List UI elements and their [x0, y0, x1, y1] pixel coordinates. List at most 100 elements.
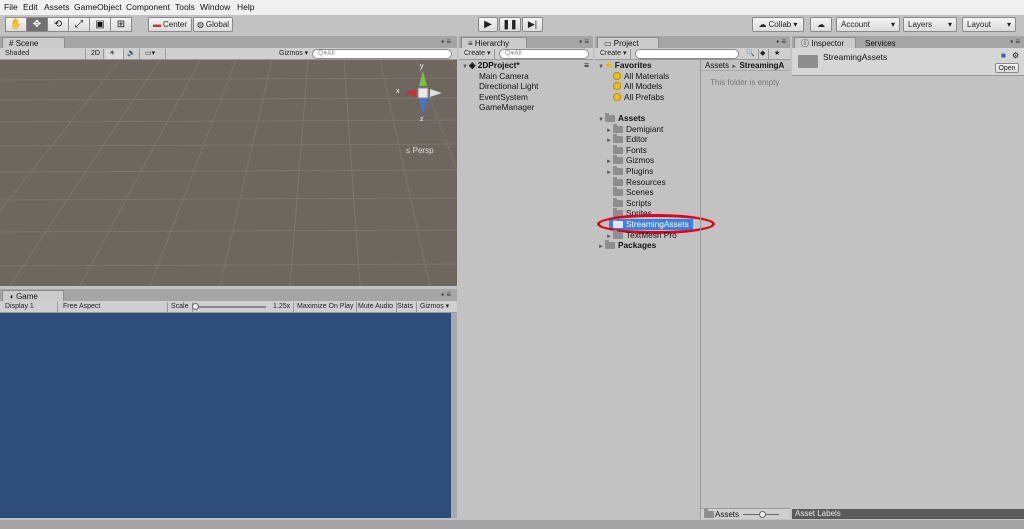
folder-icon — [613, 176, 623, 186]
scene-menu-icon[interactable]: ≡ — [584, 60, 589, 71]
list-icon: ≡ — [468, 39, 473, 48]
favorites-row[interactable]: ▼★ Favorites — [597, 60, 701, 71]
rect-tool-icon[interactable]: ▣ — [89, 17, 111, 32]
display-dropdown[interactable]: Display 1 — [2, 302, 58, 312]
folder-item-gizmos[interactable]: ► Gizmos — [597, 155, 701, 166]
account-dropdown[interactable]: Account ▾ — [836, 17, 900, 32]
filter-label-icon[interactable]: ◆ — [757, 49, 770, 59]
menu-gameobject[interactable]: GameObject — [74, 2, 122, 12]
menu-file[interactable]: File — [4, 2, 18, 12]
favorite-star-icon[interactable]: ★ — [771, 49, 783, 59]
stats-toggle[interactable]: Stats — [394, 302, 417, 312]
game-scrollbar[interactable] — [451, 313, 457, 518]
hierarchy-item-gamemanager[interactable]: GameManager — [461, 102, 591, 113]
tab-hierarchy[interactable]: ≡ Hierarchy — [461, 37, 527, 48]
pause-button[interactable]: ❚❚ — [499, 17, 521, 32]
project-search-input[interactable] — [635, 49, 739, 59]
pivot-global-button[interactable]: ◍ Global — [193, 17, 233, 32]
favorite-item[interactable]: All Materials — [597, 71, 701, 82]
scale-slider[interactable] — [192, 303, 266, 310]
menu-window[interactable]: Window — [200, 2, 230, 12]
breadcrumb-current[interactable]: StreamingA — [739, 61, 784, 70]
aspect-dropdown[interactable]: Free Aspect — [60, 302, 168, 312]
pivot-center-button[interactable]: ▬ Center — [148, 17, 192, 32]
mute-audio-toggle[interactable]: Mute Audio — [355, 302, 398, 312]
menu-help[interactable]: Help — [237, 2, 254, 12]
expand-arrow-icon[interactable]: ► — [597, 242, 605, 253]
layers-dropdown[interactable]: Layers ▾ — [903, 17, 957, 32]
tab-scene[interactable]: # Scene — [2, 37, 65, 48]
tab-project[interactable]: ▭ Project — [597, 37, 659, 48]
folder-item-fonts[interactable]: Fonts — [597, 144, 701, 156]
hierarchy-create-button[interactable]: Create ▾ — [461, 49, 495, 59]
panel-menu-icon[interactable]: ▪ ≡ — [579, 37, 589, 46]
folder-item-textmesh-pro[interactable]: ► TextMesh Pro — [597, 229, 701, 241]
info-icon: ⓘ — [801, 39, 809, 48]
favorite-item[interactable]: All Prefabs — [597, 92, 701, 103]
settings-gear-icon[interactable]: ⚙ — [1012, 51, 1019, 60]
help-book-icon[interactable]: ■ — [1001, 51, 1006, 60]
folder-item-resources[interactable]: Resources — [597, 176, 701, 188]
scale-tool-icon[interactable]: ⤢ — [68, 17, 90, 32]
scene-root-row[interactable]: ▼◈ 2DProject* ≡ — [461, 60, 591, 71]
pause-icon: ❚❚ — [502, 19, 518, 29]
folder-item-scripts[interactable]: Scripts — [597, 197, 701, 209]
menu-tools[interactable]: Tools — [175, 2, 195, 12]
layout-dropdown[interactable]: Layout ▾ — [962, 17, 1016, 32]
game-gizmos-dropdown[interactable]: Gizmos ▾ — [417, 302, 452, 312]
folder-item-plugins[interactable]: ► Plugins — [597, 165, 701, 177]
folder-item-streamingassets[interactable]: StreamingAssets — [597, 213, 715, 234]
icon-size-slider[interactable] — [743, 511, 779, 518]
lighting-toggle-icon[interactable]: ☀ — [106, 49, 124, 59]
transform-tool-icon[interactable]: ⊞ — [110, 17, 132, 32]
panel-menu-icon[interactable]: ▪ ≡ — [1010, 37, 1020, 46]
toggle-2d-button[interactable]: 2D — [88, 49, 104, 59]
favorite-item[interactable]: All Models — [597, 81, 701, 92]
scene-orientation-gizmo[interactable]: y x z — [396, 63, 446, 128]
maximize-on-play-toggle[interactable]: Maximize On Play — [294, 302, 358, 312]
game-view[interactable] — [0, 313, 451, 518]
audio-toggle-icon[interactable]: 🔈 — [124, 49, 140, 59]
play-button[interactable]: ▶ — [478, 17, 498, 32]
tab-inspector[interactable]: ⓘ Inspector — [794, 37, 856, 48]
menu-component[interactable]: Component — [126, 2, 170, 12]
scene-search-input[interactable]: Q▾All — [312, 49, 452, 59]
scene-tabbar: # Scene ▪ ≡ — [0, 36, 457, 48]
folder-item-scenes[interactable]: Scenes — [597, 187, 701, 198]
hand-tool-icon[interactable]: ✋ — [5, 17, 27, 32]
asset-labels-bar[interactable]: Asset Labels — [792, 509, 1024, 519]
shading-mode-dropdown[interactable]: Shaded — [2, 49, 86, 59]
chevron-down-icon: ▾ — [947, 20, 952, 29]
menu-edit[interactable]: Edit — [23, 2, 38, 12]
breadcrumb-root[interactable]: Assets — [705, 61, 729, 70]
panel-menu-icon[interactable]: ▪ ≡ — [441, 37, 451, 46]
scene-view[interactable]: y x z ≤ Persp — [0, 60, 457, 286]
hierarchy-item-main-camera[interactable]: Main Camera — [461, 71, 591, 82]
slider-handle[interactable] — [759, 511, 766, 518]
panel-menu-icon[interactable]: ▪ ≡ — [776, 37, 786, 46]
effects-toggle-icon[interactable]: ▭▾ — [142, 49, 166, 59]
panel-menu-icon[interactable]: ▪ ≡ — [441, 290, 451, 299]
move-tool-icon[interactable]: ✥ — [26, 17, 48, 32]
collab-button[interactable]: ☁ Collab ▾ — [752, 17, 804, 32]
hierarchy-item-directional-light[interactable]: Directional Light — [461, 81, 591, 92]
project-create-button[interactable]: Create ▾ — [597, 49, 631, 59]
slider-handle[interactable] — [192, 303, 199, 310]
hierarchy-search-input[interactable]: Q▾All — [499, 49, 589, 59]
packages-root-row[interactable]: ► Packages — [597, 240, 701, 251]
tab-services[interactable]: Services — [858, 37, 908, 48]
folder-item-editor[interactable]: ► Editor — [597, 134, 701, 145]
hierarchy-item-eventsystem[interactable]: EventSystem — [461, 92, 591, 103]
folder-item-demigiant[interactable]: ► Demigiant — [597, 123, 701, 135]
assets-root-row[interactable]: ▼ Assets — [597, 112, 701, 124]
step-button[interactable]: ▶| — [522, 17, 543, 32]
open-button[interactable]: Open — [995, 63, 1019, 73]
project-tabbar: ▭ Project ▪ ≡ — [595, 36, 790, 48]
rotate-tool-icon[interactable]: ⟲ — [47, 17, 69, 32]
project-splitter[interactable] — [700, 60, 701, 519]
tab-game[interactable]: ◖ Game — [2, 290, 64, 301]
scene-gizmos-dropdown[interactable]: Gizmos ▾ — [276, 49, 311, 59]
menu-assets[interactable]: Assets — [44, 2, 70, 12]
projection-toggle[interactable]: ≤ Persp — [406, 146, 434, 155]
cloud-button[interactable]: ☁ — [810, 17, 832, 32]
